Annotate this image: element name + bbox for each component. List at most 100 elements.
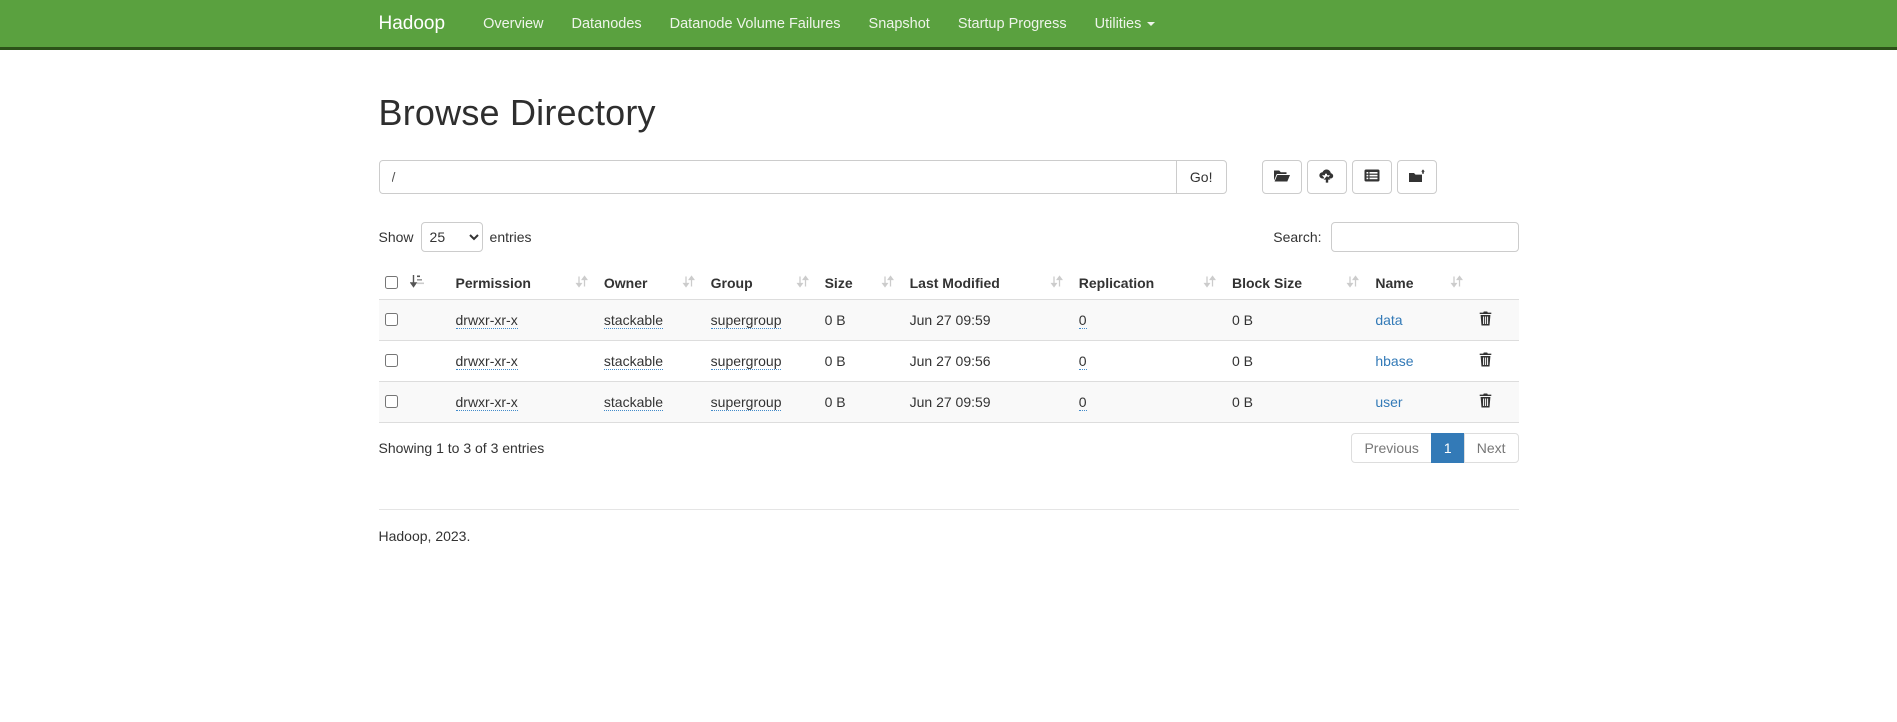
delete-button[interactable] bbox=[1479, 311, 1492, 326]
sort-amount-asc-icon bbox=[410, 274, 424, 291]
header-group[interactable]: Group bbox=[703, 266, 817, 300]
brand-hadoop[interactable]: Hadoop bbox=[379, 13, 470, 35]
utilities-label: Utilities bbox=[1095, 16, 1142, 32]
header-name-label: Name bbox=[1375, 275, 1413, 291]
table-search: Search: bbox=[1273, 222, 1518, 252]
permission-cell[interactable]: drwxr-xr-x bbox=[456, 353, 518, 370]
size-cell: 0 B bbox=[817, 382, 902, 423]
page-length-select[interactable]: 25 bbox=[421, 222, 483, 252]
trash-icon bbox=[1479, 355, 1492, 370]
go-button[interactable]: Go! bbox=[1176, 160, 1227, 194]
row-checkbox[interactable] bbox=[385, 395, 398, 408]
header-actions bbox=[1471, 266, 1518, 300]
size-cell: 0 B bbox=[817, 341, 902, 382]
dir-link-user[interactable]: user bbox=[1375, 394, 1402, 410]
block-size-cell: 0 B bbox=[1224, 341, 1367, 382]
pagination: Previous 1 Next bbox=[1351, 433, 1518, 463]
header-replication[interactable]: Replication bbox=[1071, 266, 1224, 300]
header-name[interactable]: Name bbox=[1367, 266, 1471, 300]
file-list-button[interactable] bbox=[1352, 160, 1392, 194]
dir-link-data[interactable]: data bbox=[1375, 312, 1402, 328]
path-input-group: Go! bbox=[379, 160, 1227, 194]
directory-path-input[interactable] bbox=[379, 160, 1177, 194]
group-cell[interactable]: supergroup bbox=[711, 394, 782, 411]
dir-link-hbase[interactable]: hbase bbox=[1375, 353, 1413, 369]
replication-cell[interactable]: 0 bbox=[1079, 353, 1087, 370]
pagination-previous[interactable]: Previous bbox=[1351, 433, 1431, 463]
page-length-control: Show 25 entries bbox=[379, 222, 532, 252]
replication-cell[interactable]: 0 bbox=[1079, 394, 1087, 411]
header-owner-label: Owner bbox=[604, 275, 648, 291]
header-owner[interactable]: Owner bbox=[596, 266, 703, 300]
cloud-upload-icon bbox=[1318, 169, 1336, 186]
page-title: Browse Directory bbox=[379, 92, 1519, 134]
entries-label: entries bbox=[490, 229, 532, 245]
move-items-button[interactable] bbox=[1397, 160, 1437, 194]
nav-item-datanodes[interactable]: Datanodes bbox=[558, 0, 656, 47]
header-permission-label: Permission bbox=[456, 275, 531, 291]
permission-cell[interactable]: drwxr-xr-x bbox=[456, 312, 518, 329]
nav-links: Overview Datanodes Datanode Volume Failu… bbox=[469, 0, 1169, 47]
file-actions-toolbar bbox=[1262, 160, 1437, 194]
header-block-size[interactable]: Block Size bbox=[1224, 266, 1367, 300]
sort-icon bbox=[682, 275, 695, 291]
open-folder-icon bbox=[1273, 169, 1291, 186]
search-input[interactable] bbox=[1331, 222, 1519, 252]
sort-icon bbox=[1203, 275, 1216, 291]
delete-button[interactable] bbox=[1479, 352, 1492, 367]
group-cell[interactable]: supergroup bbox=[711, 312, 782, 329]
show-label: Show bbox=[379, 229, 414, 245]
table-row: drwxr-xr-x stackable supergroup 0 B Jun … bbox=[379, 300, 1519, 341]
sort-icon bbox=[1346, 275, 1359, 291]
row-checkbox[interactable] bbox=[385, 313, 398, 326]
path-bar-row: Go! bbox=[379, 160, 1519, 194]
group-cell[interactable]: supergroup bbox=[711, 353, 782, 370]
last-modified-cell: Jun 27 09:59 bbox=[902, 382, 1071, 423]
folder-transfer-icon bbox=[1408, 169, 1426, 186]
header-replication-label: Replication bbox=[1079, 275, 1154, 291]
trash-icon bbox=[1479, 314, 1492, 329]
select-all-header[interactable] bbox=[379, 266, 448, 300]
list-alt-icon bbox=[1364, 169, 1380, 185]
header-last-modified[interactable]: Last Modified bbox=[902, 266, 1071, 300]
pagination-page-1[interactable]: 1 bbox=[1431, 433, 1465, 463]
sort-icon bbox=[881, 275, 894, 291]
table-header-row: Permission Owner Group Size Last Modifie… bbox=[379, 266, 1519, 300]
sort-icon bbox=[575, 275, 588, 291]
create-directory-button[interactable] bbox=[1262, 160, 1302, 194]
replication-cell[interactable]: 0 bbox=[1079, 312, 1087, 329]
header-last-modified-label: Last Modified bbox=[910, 275, 1000, 291]
top-navbar: Hadoop Overview Datanodes Datanode Volum… bbox=[0, 0, 1897, 50]
nav-item-startup-progress[interactable]: Startup Progress bbox=[944, 0, 1081, 47]
block-size-cell: 0 B bbox=[1224, 382, 1367, 423]
select-all-checkbox[interactable] bbox=[385, 276, 398, 289]
footer-text: Hadoop, 2023. bbox=[379, 528, 1519, 574]
permission-cell[interactable]: drwxr-xr-x bbox=[456, 394, 518, 411]
delete-button[interactable] bbox=[1479, 393, 1492, 408]
block-size-cell: 0 B bbox=[1224, 300, 1367, 341]
owner-cell[interactable]: stackable bbox=[604, 394, 663, 411]
nav-item-overview[interactable]: Overview bbox=[469, 0, 557, 47]
nav-item-utilities-dropdown[interactable]: Utilities bbox=[1081, 0, 1170, 47]
chevron-down-icon bbox=[1147, 22, 1155, 26]
trash-icon bbox=[1479, 396, 1492, 411]
last-modified-cell: Jun 27 09:56 bbox=[902, 341, 1071, 382]
table-row: drwxr-xr-x stackable supergroup 0 B Jun … bbox=[379, 382, 1519, 423]
sort-icon bbox=[1050, 275, 1063, 291]
header-permission[interactable]: Permission bbox=[448, 266, 596, 300]
pagination-next[interactable]: Next bbox=[1464, 433, 1519, 463]
nav-item-datanode-volume-failures[interactable]: Datanode Volume Failures bbox=[656, 0, 855, 47]
footer-divider bbox=[379, 509, 1519, 510]
header-size[interactable]: Size bbox=[817, 266, 902, 300]
table-row: drwxr-xr-x stackable supergroup 0 B Jun … bbox=[379, 341, 1519, 382]
owner-cell[interactable]: stackable bbox=[604, 312, 663, 329]
sort-icon bbox=[796, 275, 809, 291]
owner-cell[interactable]: stackable bbox=[604, 353, 663, 370]
nav-item-snapshot[interactable]: Snapshot bbox=[855, 0, 944, 47]
directory-listing-table: Permission Owner Group Size Last Modifie… bbox=[379, 266, 1519, 423]
row-checkbox[interactable] bbox=[385, 354, 398, 367]
table-info: Showing 1 to 3 of 3 entries bbox=[379, 440, 545, 456]
size-cell: 0 B bbox=[817, 300, 902, 341]
upload-file-button[interactable] bbox=[1307, 160, 1347, 194]
sort-icon bbox=[1450, 275, 1463, 291]
